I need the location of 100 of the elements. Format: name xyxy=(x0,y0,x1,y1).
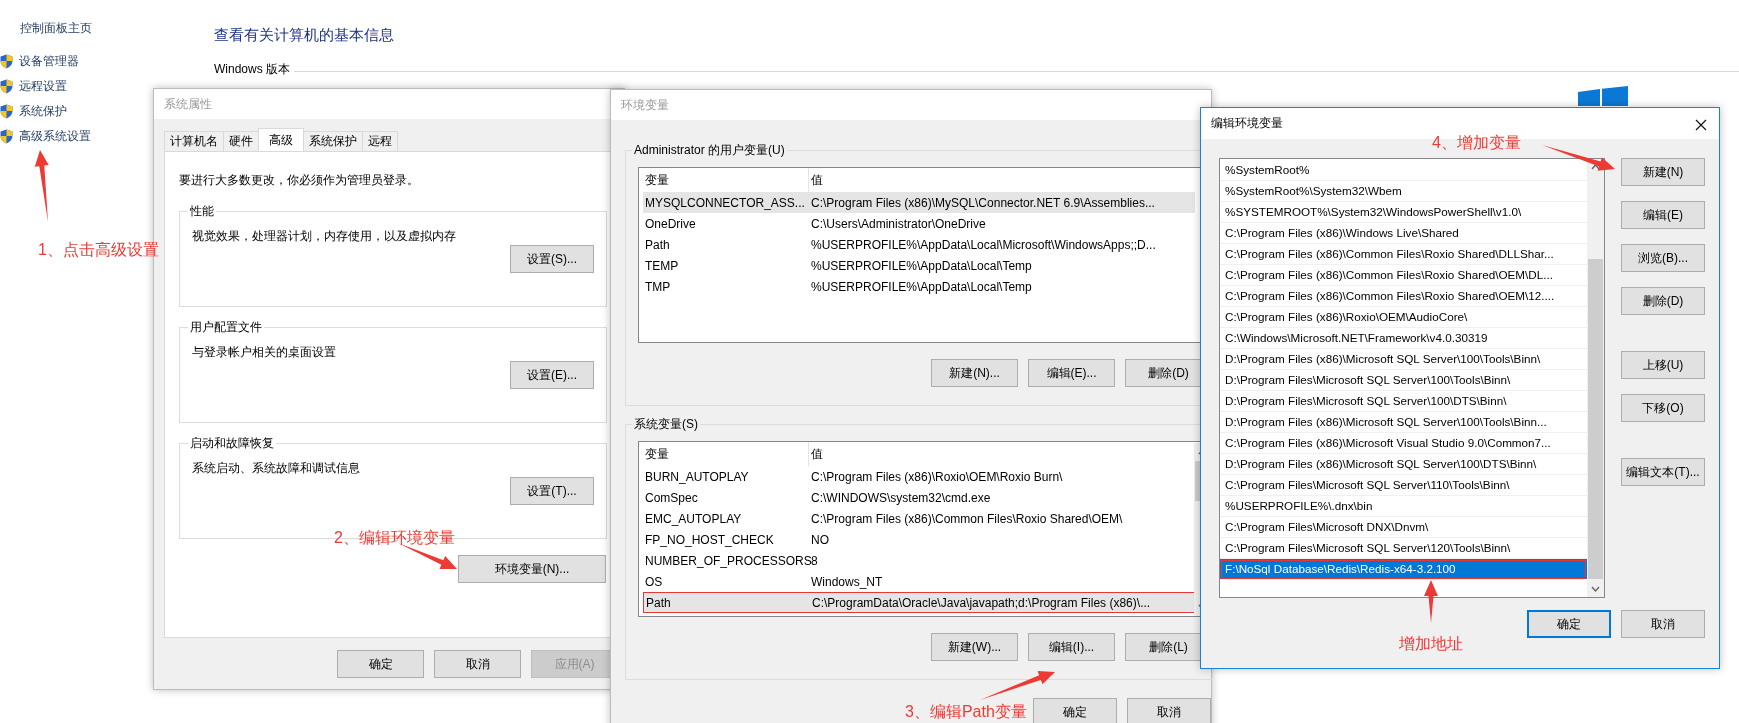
group-title: Administrator 的用户变量(U) xyxy=(633,142,786,159)
list-item[interactable]: F:\NoSql Database\Redis\Redis-x64-3.2.100 xyxy=(1220,559,1587,580)
list-item[interactable]: C:\Program Files (x86)\Roxio\OEM\AudioCore\ xyxy=(1220,307,1587,328)
dialog-button[interactable]: 取消 xyxy=(1127,698,1211,723)
tab[interactable]: 计算机名 xyxy=(164,131,224,151)
annotation-text: 1、点击高级设置 xyxy=(38,240,159,260)
list-item[interactable]: C:\Program Files\Microsoft DNX\Dnvm\ xyxy=(1220,517,1587,538)
list-action-button[interactable]: 编辑文本(T)... xyxy=(1621,458,1705,486)
dialog-button[interactable]: 取消 xyxy=(1621,610,1705,638)
table-row[interactable]: TEMP %USERPROFILE%\AppData\Local\Temp xyxy=(643,255,1195,276)
close-icon[interactable] xyxy=(1695,118,1707,131)
settings-button[interactable]: 设置(S)... xyxy=(510,245,594,273)
annotation-text: 2、编辑环境变量 xyxy=(334,528,455,548)
list-action-button[interactable]: 下移(O) xyxy=(1621,394,1705,422)
list-action-button[interactable]: 新建(N) xyxy=(1621,158,1705,186)
tab[interactable]: 远程 xyxy=(362,131,398,151)
table-cell-text: ComSpec xyxy=(644,490,699,505)
window-title: 系统属性 xyxy=(164,95,212,113)
table-cell-text: C:\WINDOWS\system32\cmd.exe xyxy=(810,490,991,505)
table-row[interactable]: EMC_AUTOPLAY C:\Program Files (x86)\Common Files\Roxio Shared\OEM\ xyxy=(643,508,1195,529)
table-row[interactable]: FP_NO_HOST_CHECK NO xyxy=(643,529,1195,550)
table-cell-text: C:\Program Files (x86)\Common Files\Roxio Shared\OEM\ xyxy=(810,511,1123,526)
shield-icon xyxy=(0,129,13,144)
group-title: 启动和故障恢复 xyxy=(189,435,275,452)
list-item[interactable]: D:\Program Files\Microsoft SQL Server\100\DTS\Binn\ xyxy=(1220,391,1587,412)
group-title: 系统变量(S) xyxy=(633,416,699,433)
list-item[interactable]: %SystemRoot% xyxy=(1220,160,1587,181)
table-cell-text: %USERPROFILE%\AppData\Local\Temp xyxy=(810,279,1032,294)
table-row[interactable]: OS Windows_NT xyxy=(643,571,1195,592)
column-header[interactable]: 变量 xyxy=(639,442,809,466)
home-link[interactable]: 控制面板主页 xyxy=(20,20,214,37)
list-item[interactable]: C:\Program Files (x86)\Common Files\Roxio Shared\OEM\12.... xyxy=(1220,286,1587,307)
settings-button[interactable]: 设置(E)... xyxy=(510,361,594,389)
list-item[interactable]: %SystemRoot%\System32\Wbem xyxy=(1220,181,1587,202)
table-cell-text: TMP xyxy=(644,279,672,294)
dialog-button[interactable]: 取消 xyxy=(434,650,521,678)
list-action-button[interactable]: 编辑(E) xyxy=(1621,201,1705,229)
table-action-button[interactable]: 编辑(I)... xyxy=(1028,633,1115,661)
table-row[interactable]: Path C:\ProgramData\Oracle\Java\javapath;d:\Program Files (x86)\... xyxy=(643,592,1195,613)
list-item[interactable]: D:\Program Files\Microsoft SQL Server\100\Tools\Binn\ xyxy=(1220,370,1587,391)
nav-link[interactable]: 系统保护 xyxy=(19,103,67,120)
list-item[interactable]: %SYSTEMROOT%\System32\WindowsPowerShell\v1.0\ xyxy=(1220,202,1587,223)
list-item[interactable]: C:\Program Files\Microsoft SQL Server\110\Tools\Binn\ xyxy=(1220,475,1587,496)
shield-icon xyxy=(0,79,13,94)
table-cell-text: NUMBER_OF_PROCESSORS xyxy=(644,553,809,568)
list-item[interactable]: D:\Program Files (x86)\Microsoft SQL Server\100\Tools\Binn... xyxy=(1220,412,1587,433)
table-row[interactable]: BURN_AUTOPLAY C:\Program Files (x86)\Roxio\OEM\Roxio Burn\ xyxy=(643,466,1195,487)
annotation-text: 3、编辑Path变量 xyxy=(905,702,1027,722)
table-cell-text: C:\Program Files (x86)\MySQL\Connector.NET 6.9\Assemblies... xyxy=(810,195,1155,210)
table-row[interactable]: Path %USERPROFILE%\AppData\Local\Microsoft\WindowsApps;;D... xyxy=(643,234,1195,255)
table-cell-text: OneDrive xyxy=(644,216,697,231)
table-cell-text: C:\ProgramData\Oracle\Java\javapath;d:\Program Files (x86)\... xyxy=(811,595,1151,610)
nav-link[interactable]: 高级系统设置 xyxy=(19,128,91,145)
list-item[interactable]: C:\Program Files (x86)\Windows Live\Shared xyxy=(1220,223,1587,244)
settings-button[interactable]: 设置(T)... xyxy=(510,477,594,505)
window-title: 编辑环境变量 xyxy=(1211,115,1283,132)
group-description: 系统启动、系统故障和调试信息 xyxy=(192,460,361,477)
page-heading: 查看有关计算机的基本信息 xyxy=(214,26,395,45)
list-action-button[interactable]: 删除(D) xyxy=(1621,287,1705,315)
table-action-button[interactable]: 编辑(E)... xyxy=(1028,359,1115,387)
list-item[interactable]: C:\Program Files (x86)\Common Files\Roxio Shared\OEM\DL... xyxy=(1220,265,1587,286)
column-header[interactable]: 值 xyxy=(809,442,823,466)
table-action-button[interactable]: 新建(W)... xyxy=(931,633,1018,661)
list-item[interactable]: C:\Program Files (x86)\Common Files\Roxio Shared\DLLShar... xyxy=(1220,244,1587,265)
group-title: 性能 xyxy=(189,203,215,220)
dialog-button[interactable]: 确定 xyxy=(1527,610,1611,638)
list-item[interactable]: C:\Program Files (x86)\Microsoft Visual Studio 9.0\Common7... xyxy=(1220,433,1587,454)
annotation-arrow xyxy=(34,150,49,222)
annotation-text: 增加地址 xyxy=(1399,634,1463,654)
nav-link[interactable]: 远程设置 xyxy=(19,78,67,95)
group-description: 与登录帐户相关的桌面设置 xyxy=(192,344,337,361)
dialog-button[interactable]: 确定 xyxy=(337,650,424,678)
column-header[interactable]: 值 xyxy=(809,168,823,192)
section-title: Windows 版本 xyxy=(214,61,290,78)
list-action-button[interactable]: 浏览(B)... xyxy=(1621,244,1705,272)
list-item[interactable]: %USERPROFILE%\.dnx\bin xyxy=(1220,496,1587,517)
table-row[interactable]: MYSQLCONNECTOR_ASS... C:\Program Files (x86)\MySQL\Connector.NET 6.9\Assemblies... xyxy=(643,192,1195,213)
table-cell-text: %USERPROFILE%\AppData\Local\Microsoft\WindowsApps;;D... xyxy=(810,237,1156,252)
list-item[interactable]: D:\Program Files (x86)\Microsoft SQL Server\100\Tools\Binn\ xyxy=(1220,349,1587,370)
table-cell-text: 8 xyxy=(811,553,818,568)
table-cell-text: FP_NO_HOST_CHECK xyxy=(644,532,775,547)
table-row[interactable]: TMP %USERPROFILE%\AppData\Local\Temp xyxy=(643,276,1195,297)
table-cell-text: OS xyxy=(644,574,664,589)
table-row[interactable]: ComSpec C:\WINDOWS\system32\cmd.exe xyxy=(643,487,1195,508)
table-cell-text: C:\Users\Administrator\OneDrive xyxy=(810,216,986,231)
scrollbar[interactable] xyxy=(1587,159,1604,597)
table-action-button[interactable]: 新建(N)... xyxy=(931,359,1018,387)
tab[interactable]: 高级 xyxy=(258,128,304,151)
dialog-button[interactable]: 确定 xyxy=(1033,698,1117,723)
list-item[interactable]: C:\Windows\Microsoft.NET\Framework\v4.0.30319 xyxy=(1220,328,1587,349)
table-cell-text: Windows_NT xyxy=(810,574,883,589)
table-row[interactable]: OneDrive C:\Users\Administrator\OneDrive xyxy=(643,213,1195,234)
table-cell-text: Path xyxy=(644,237,671,252)
nav-link[interactable]: 设备管理器 xyxy=(19,53,79,70)
table-row[interactable]: NUMBER_OF_PROCESSORS8 xyxy=(643,550,1195,571)
environment-variables-button[interactable]: 环境变量(N)... xyxy=(458,555,606,583)
list-item[interactable]: D:\Program Files (x86)\Microsoft SQL Server\100\DTS\Binn\ xyxy=(1220,454,1587,475)
list-action-button[interactable]: 上移(U) xyxy=(1621,351,1705,379)
table-cell-text: Path xyxy=(645,595,672,610)
table-cell-text: NO xyxy=(810,532,829,547)
